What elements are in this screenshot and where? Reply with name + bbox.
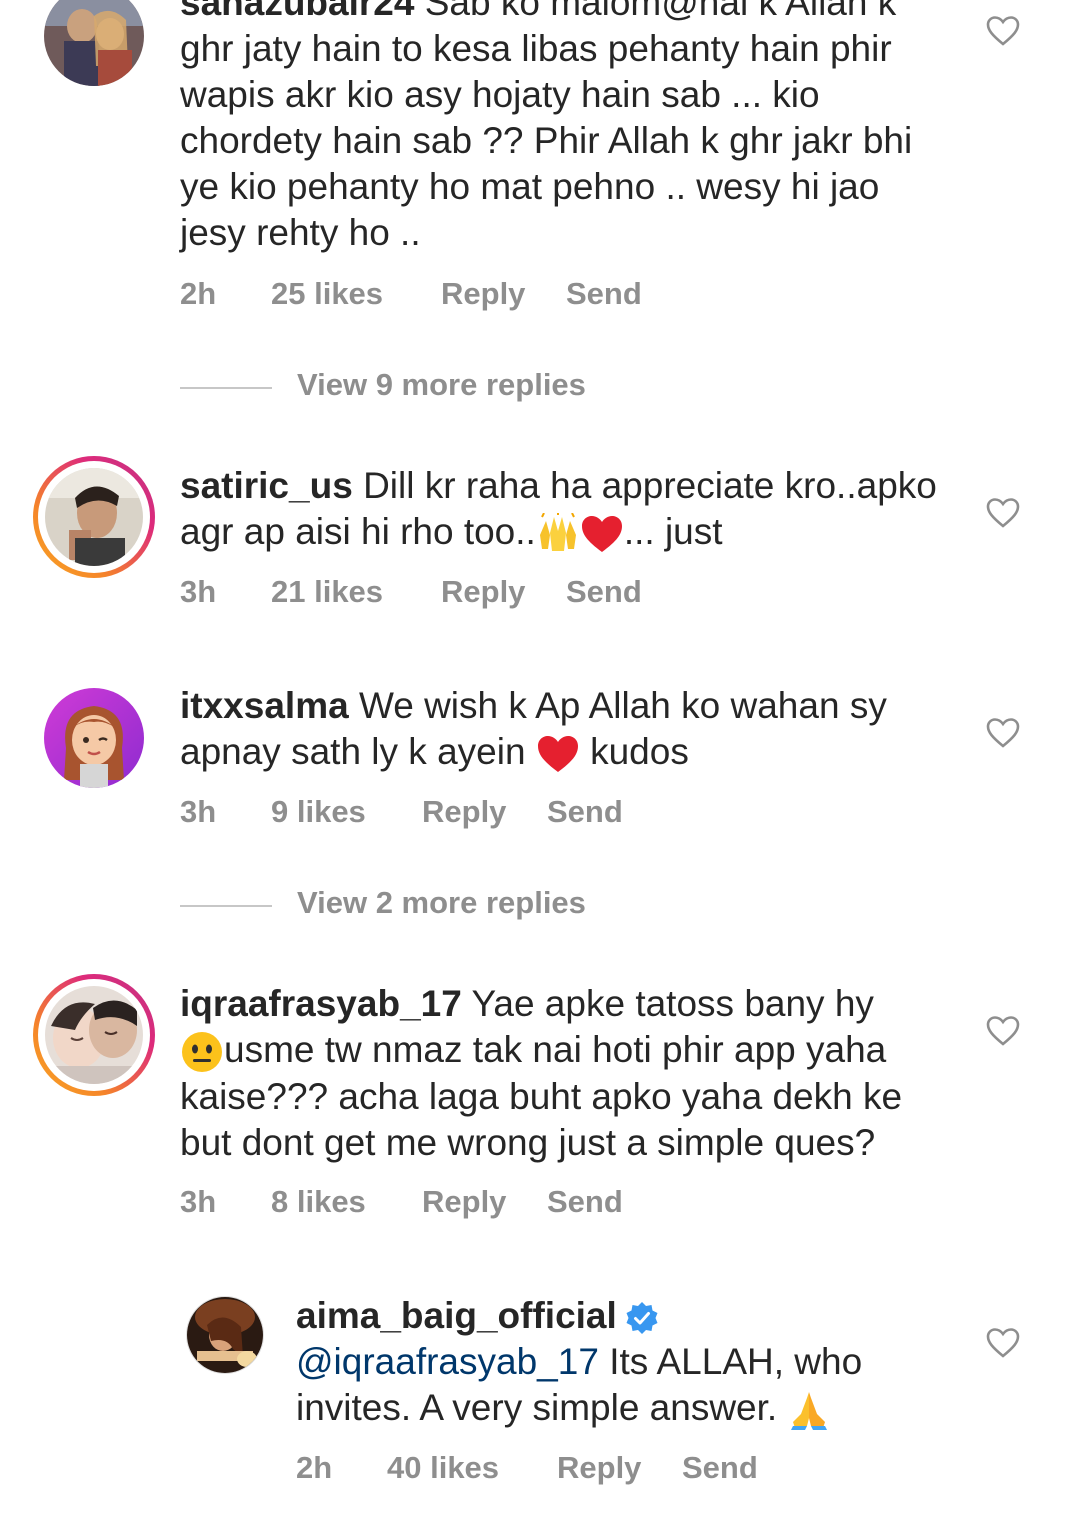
view-more-label[interactable]: View 9 more replies [297,367,586,403]
verified-badge-icon [626,1302,658,1335]
avatar-itxxsalma[interactable] [44,688,144,788]
comment-text: itxxsalma We wish k Ap Allah ko wahan sy… [180,683,940,775]
like-heart-icon[interactable] [986,497,1020,529]
reply-button[interactable]: Reply [441,276,525,312]
reply-button[interactable]: Reply [441,574,525,610]
comment-time: 3h [180,1184,217,1219]
folded-hands-emoji [791,1392,828,1431]
avatar-iqraafrasyab_17[interactable] [45,986,143,1084]
send-button[interactable]: Send [566,574,642,610]
divider-line [180,905,272,907]
avatar-satiric_us[interactable] [45,468,143,566]
like-heart-icon[interactable] [986,1327,1020,1359]
reply-button[interactable]: Reply [422,1184,506,1220]
comment-time: 3h [180,574,217,609]
divider-line [180,387,272,389]
reply-button[interactable]: Reply [557,1450,641,1486]
avatar-aima_baig_official[interactable] [186,1296,264,1374]
comment-body-end: kudos [590,731,689,772]
comment-username[interactable]: itxxsalma [180,685,349,726]
send-button[interactable]: Send [547,794,623,830]
story-ring[interactable] [33,974,155,1096]
view-more-replies-1[interactable]: View 9 more replies [180,367,780,407]
comment-username[interactable]: aima_baig_official [296,1295,617,1336]
comment-likes[interactable]: 8 likes [271,1184,366,1220]
like-heart-icon[interactable] [986,717,1020,749]
avatar-sanazubair24[interactable] [44,0,144,86]
comment-body-end: ... just [623,511,723,552]
like-heart-icon[interactable] [986,15,1020,47]
comment-likes[interactable]: 21 likes [271,574,383,610]
comment-text: satiric_us Dill kr raha ha appreciate kr… [180,463,940,555]
comment-username[interactable]: sanazubair24 [180,0,414,23]
send-button[interactable]: Send [547,1184,623,1220]
mention-link[interactable]: @iqraafrasyab_17 [296,1341,599,1382]
red-heart-emoji [581,516,622,553]
comment-likes[interactable]: 9 likes [271,794,366,830]
raising-hands-emoji [539,513,576,552]
comment-likes[interactable]: 40 likes [387,1450,499,1486]
comment-body: Yae apke tatoss bany hy [471,983,874,1024]
comment-username[interactable]: iqraafrasyab_17 [180,983,462,1024]
comment-text: iqraafrasyab_17 Yae apke tatoss bany hy … [180,981,940,1166]
red-heart-emoji [537,736,578,773]
comment-username[interactable]: satiric_us [180,465,353,506]
comment-likes[interactable]: 25 likes [271,276,383,312]
comment-body: Sab ko malom@hai k Allah k ghr jaty hain… [180,0,913,253]
reply-button[interactable]: Reply [422,794,506,830]
story-ring[interactable] [33,456,155,578]
send-button[interactable]: Send [682,1450,758,1486]
comment-text: sanazubair24 Sab ko malom@hai k Allah k … [180,0,940,256]
comment-body-end: usme tw nmaz tak nai hoti phir app yaha … [180,1029,903,1164]
view-more-replies-2[interactable]: View 2 more replies [180,885,780,925]
like-heart-icon[interactable] [986,1015,1020,1047]
comment-time: 3h [180,794,217,829]
comment-time: 2h [296,1450,333,1485]
send-button[interactable]: Send [566,276,642,312]
neutral-face-emoji [182,1032,222,1073]
comment-time: 2h [180,276,217,311]
view-more-label[interactable]: View 2 more replies [297,885,586,921]
comment-text: aima_baig_official@iqraafrasyab_17 Its A… [296,1293,936,1432]
